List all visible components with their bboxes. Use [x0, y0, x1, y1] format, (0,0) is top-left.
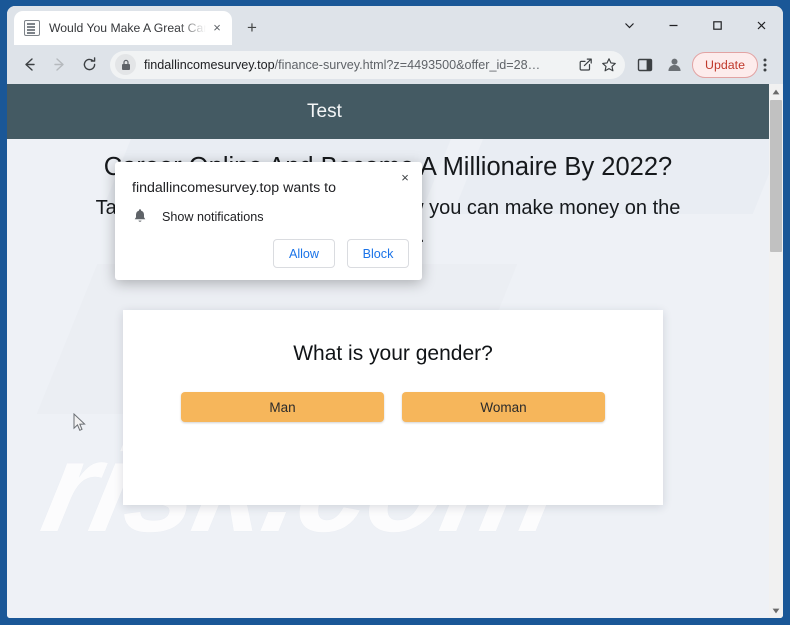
scroll-down-icon[interactable] [769, 603, 783, 618]
close-icon[interactable]: × [395, 167, 415, 187]
window-controls [607, 6, 783, 45]
allow-button[interactable]: Allow [273, 239, 335, 268]
survey-card: What is your gender? Man Woman [123, 310, 663, 505]
update-button[interactable]: Update [692, 51, 758, 78]
tab-title: Would You Make A Great Career [49, 21, 206, 35]
notification-permission-dialog: × findallincomesurvey.top wants to Show … [115, 162, 422, 280]
page-viewport: risk.com Test Career Online And Become A… [7, 84, 783, 618]
maximize-icon[interactable] [695, 10, 739, 42]
survey-option-woman[interactable]: Woman [402, 392, 605, 422]
back-arrow-icon[interactable] [14, 50, 44, 80]
url-path: /finance-survey.html?z=4493500&offer_id=… [274, 57, 541, 72]
address-bar[interactable]: findallincomesurvey.top/finance-survey.h… [110, 50, 626, 79]
permission-row: Show notifications [132, 208, 264, 225]
avatar-icon[interactable] [660, 51, 688, 79]
side-panel-icon[interactable] [631, 51, 659, 79]
address-bar-text: findallincomesurvey.top/finance-survey.h… [144, 58, 573, 72]
browser-tab[interactable]: Would You Make A Great Career × [14, 11, 232, 45]
survey-options: Man Woman [123, 392, 663, 422]
permission-dialog-actions: Allow Block [273, 239, 409, 268]
desktop-window-border: Would You Make A Great Career × + [0, 0, 790, 625]
star-icon[interactable] [597, 53, 621, 77]
minimize-icon[interactable] [651, 10, 695, 42]
chevron-down-icon[interactable] [607, 10, 651, 42]
three-dots-icon[interactable] [754, 51, 776, 79]
tab-strip: Would You Make A Great Career × + [7, 6, 783, 45]
survey-question: What is your gender? [293, 342, 493, 365]
site-header-title: Test [307, 100, 342, 122]
forward-arrow-icon [44, 50, 74, 80]
block-button[interactable]: Block [347, 239, 409, 268]
reload-icon[interactable] [74, 50, 104, 80]
document-icon [24, 20, 40, 36]
scrollbar-thumb[interactable] [770, 100, 782, 252]
site-header-bar: Test [7, 84, 769, 139]
bell-icon [132, 208, 148, 225]
survey-option-man[interactable]: Man [181, 392, 384, 422]
permission-label: Show notifications [162, 209, 264, 224]
url-domain: findallincomesurvey.top [144, 57, 275, 72]
update-button-label: Update [705, 57, 745, 72]
new-tab-button[interactable]: + [241, 17, 263, 39]
share-icon[interactable] [573, 53, 597, 77]
browser-toolbar: findallincomesurvey.top/finance-survey.h… [7, 45, 783, 84]
scroll-up-icon[interactable] [769, 84, 783, 99]
close-icon[interactable]: × [208, 19, 226, 37]
close-icon[interactable] [739, 10, 783, 42]
mouse-cursor [73, 412, 87, 438]
permission-dialog-title: findallincomesurvey.top wants to [132, 180, 336, 196]
browser-window: Would You Make A Great Career × + [7, 6, 783, 618]
page-scrollbar[interactable] [769, 84, 783, 618]
lock-icon[interactable] [115, 54, 136, 75]
